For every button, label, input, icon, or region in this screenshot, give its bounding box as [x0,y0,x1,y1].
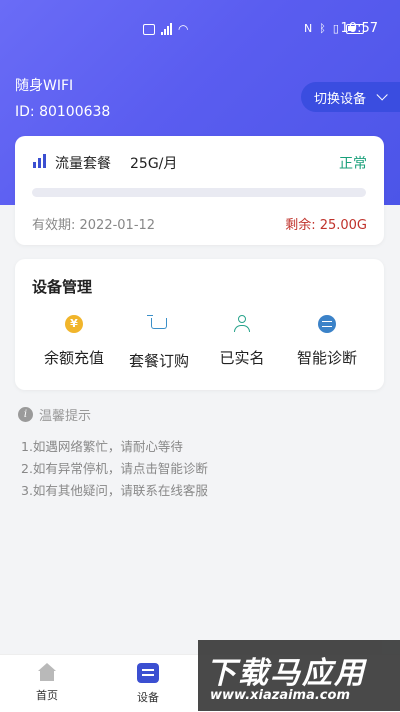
usage-progress-bar [32,188,366,197]
tab-home-label: 首页 [36,689,58,702]
plan-card: 流量套餐 25G/月 正常 有效期: 2022-01-12 剩余: 25.00G [15,136,384,245]
plan-status: 正常 [339,156,367,172]
smart-diagnose-label: 智能诊断 [296,349,357,367]
watermark-url: www.xiazaima.com [210,688,350,703]
watermark: 下载马应用 www.xiazaima.com [198,640,400,711]
status-bar: ◠ N ᛒ ▯ 10:57 [0,20,400,40]
device-management-card: 设备管理 ¥ 余额充值 套餐订购 已实名 智能诊断 [15,259,384,390]
coin-icon: ¥ [65,315,83,333]
plan-validity: 有效期: 2022-01-12 [32,218,156,233]
tips-header: i 温馨提示 [18,405,91,424]
tip-line: 2.如有异常停机，请点击智能诊断 [21,461,208,476]
smart-diagnose-button[interactable]: 智能诊断 [282,315,372,368]
vibrate-icon: ▯ [332,22,339,35]
plan-label: 流量套餐 [55,156,111,172]
status-time: 10:57 [340,21,378,36]
device-id: ID: 80100638 [15,104,111,120]
diagnose-icon [318,315,336,333]
order-plan-button[interactable]: 套餐订购 [114,315,204,371]
home-icon [37,663,57,681]
recharge-button[interactable]: ¥ 余额充值 [29,315,119,368]
bluetooth-icon: ᛒ [319,22,326,35]
tip-line: 3.如有其他疑问，请联系在线客服 [21,483,208,498]
switch-device-label: 切换设备 [314,91,367,107]
wifi-icon: ◠ [178,22,189,36]
tab-device[interactable]: 设备 [118,663,178,705]
nfc-icon: N [304,22,313,35]
hd-icon [143,23,155,35]
real-name-label: 已实名 [219,349,265,367]
switch-device-button[interactable]: 切换设备 [301,82,400,112]
device-name: 随身WIFI [15,78,74,94]
tips-title: 温馨提示 [39,409,92,424]
bar-chart-icon [33,154,46,168]
plan-size: 25G/月 [130,156,178,172]
management-title: 设备管理 [32,278,93,296]
recharge-label: 余额充值 [43,349,104,367]
tab-home[interactable]: 首页 [17,663,77,703]
real-name-button[interactable]: 已实名 [197,315,287,368]
signal-icon [161,23,172,35]
watermark-title: 下载马应用 [206,656,366,691]
chevron-down-icon [376,89,388,101]
order-plan-label: 套餐订购 [128,352,189,370]
tip-line: 1.如遇网络繁忙，请耐心等待 [21,439,183,454]
info-icon: i [18,407,33,422]
plan-remaining: 剩余: 25.00G [285,218,367,233]
person-icon [232,315,252,335]
cart-icon [147,315,167,329]
device-icon [137,663,159,683]
tab-device-label: 设备 [137,691,159,704]
